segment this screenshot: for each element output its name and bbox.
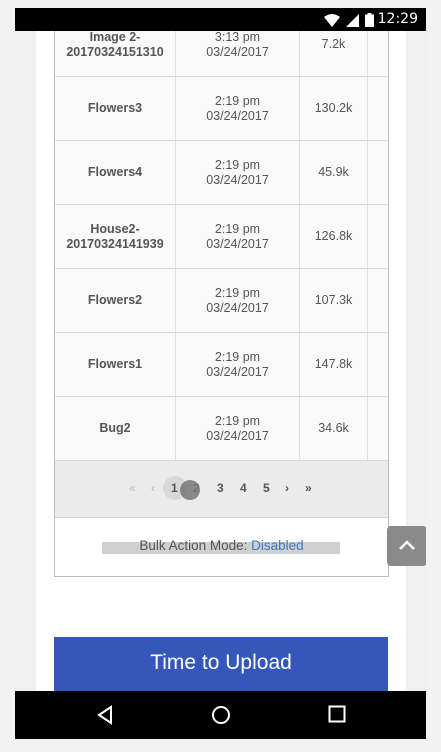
- file-name: Flowers4: [55, 141, 176, 204]
- extra-column: [368, 269, 388, 332]
- extra-column: [368, 397, 388, 460]
- table-row[interactable]: Image 2- 20170324151310 3:13 pm 03/24/2017…: [55, 31, 388, 77]
- bulk-action-section: Bulk Action Mode: Disabled: [55, 518, 388, 576]
- upload-date: 03/24/2017: [206, 172, 269, 187]
- file-name: Bug2: [55, 397, 176, 460]
- clock: 12:29: [377, 11, 418, 27]
- recents-icon[interactable]: [328, 705, 346, 723]
- page-link-5[interactable]: 5: [263, 481, 270, 495]
- extra-column: [368, 333, 388, 396]
- upload-datetime: 2:19 pm 03/24/2017: [176, 397, 300, 460]
- file-name: Flowers1: [55, 333, 176, 396]
- upload-time: 2:19 pm: [214, 221, 261, 236]
- file-size: 126.8k: [300, 205, 368, 268]
- signal-icon: [346, 13, 359, 27]
- upload-datetime: 2:19 pm 03/24/2017: [176, 77, 300, 140]
- extra-column: [368, 205, 388, 268]
- prev-page-link[interactable]: ‹: [151, 481, 155, 495]
- upload-time: 2:19 pm: [214, 93, 261, 108]
- upload-date: 03/24/2017: [206, 428, 269, 443]
- bulk-action-mode[interactable]: Bulk Action Mode: Disabled: [55, 538, 388, 553]
- table-row[interactable]: House2- 20170324141939 2:19 pm 03/24/2017 1…: [55, 205, 388, 269]
- status-bar: 12:29: [15, 8, 426, 31]
- upload-datetime: 2:19 pm 03/24/2017: [176, 269, 300, 332]
- home-icon[interactable]: [211, 705, 231, 725]
- upload-button[interactable]: Time to Upload: [54, 637, 388, 691]
- next-page-link[interactable]: ›: [285, 481, 289, 495]
- phone-screen: 12:29 Image 2- 20170324151310 3:13 pm 03/2…: [15, 8, 426, 739]
- upload-date: 03/24/2017: [206, 44, 269, 59]
- bulk-action-value[interactable]: Disabled: [251, 538, 304, 553]
- back-icon[interactable]: [96, 705, 114, 725]
- upload-datetime: 2:19 pm 03/24/2017: [176, 205, 300, 268]
- touch-indicator: [180, 480, 200, 500]
- scroll-to-top-button[interactable]: [387, 526, 426, 566]
- first-page-link[interactable]: «: [129, 481, 136, 495]
- upload-time: 2:19 pm: [214, 157, 261, 172]
- upload-date: 03/24/2017: [206, 300, 269, 315]
- upload-time: 2:19 pm: [214, 413, 261, 428]
- table-row[interactable]: Flowers4 2:19 pm 03/24/2017 45.9k: [55, 141, 388, 205]
- upload-date: 03/24/2017: [206, 108, 269, 123]
- upload-datetime: 2:19 pm 03/24/2017: [176, 333, 300, 396]
- wifi-icon: [324, 13, 340, 27]
- file-size: 107.3k: [300, 269, 368, 332]
- bulk-action-label: Bulk Action Mode:: [139, 538, 248, 553]
- page-link-1[interactable]: 1: [171, 481, 178, 495]
- chevron-up-icon: [399, 540, 415, 550]
- main-content[interactable]: Image 2- 20170324151310 3:13 pm 03/24/2017…: [15, 31, 426, 691]
- file-size: 45.9k: [300, 141, 368, 204]
- file-name: House2- 20170324141939: [55, 205, 176, 268]
- file-size: 7.2k: [300, 31, 368, 76]
- upload-time: 2:19 pm: [214, 285, 261, 300]
- table-row[interactable]: Bug2 2:19 pm 03/24/2017 34.6k: [55, 397, 388, 461]
- upload-datetime: 3:13 pm 03/24/2017: [176, 31, 300, 76]
- upload-date: 03/24/2017: [206, 236, 269, 251]
- file-size: 130.2k: [300, 77, 368, 140]
- navigation-bar: [15, 691, 426, 739]
- file-size: 34.6k: [300, 397, 368, 460]
- upload-date: 03/24/2017: [206, 364, 269, 379]
- battery-icon: [365, 13, 374, 27]
- table-row[interactable]: Flowers1 2:19 pm 03/24/2017 147.8k: [55, 333, 388, 397]
- extra-column: [368, 77, 388, 140]
- upload-time: 3:13 pm: [214, 31, 261, 44]
- page-link-3[interactable]: 3: [217, 481, 224, 495]
- page-card: Image 2- 20170324151310 3:13 pm 03/24/2017…: [36, 31, 406, 691]
- pagination: « ‹ 1 2 3 4 5 › »: [55, 461, 388, 518]
- page-link-4[interactable]: 4: [240, 481, 247, 495]
- media-table: Image 2- 20170324151310 3:13 pm 03/24/2017…: [54, 31, 389, 577]
- file-size: 147.8k: [300, 333, 368, 396]
- upload-time: 2:19 pm: [214, 349, 261, 364]
- extra-column: [368, 141, 388, 204]
- table-row[interactable]: Flowers2 2:19 pm 03/24/2017 107.3k: [55, 269, 388, 333]
- last-page-link[interactable]: »: [305, 481, 312, 495]
- table-row[interactable]: Flowers3 2:19 pm 03/24/2017 130.2k: [55, 77, 388, 141]
- file-name: Image 2- 20170324151310: [55, 31, 176, 76]
- file-name: Flowers2: [55, 269, 176, 332]
- file-name: Flowers3: [55, 77, 176, 140]
- upload-datetime: 2:19 pm 03/24/2017: [176, 141, 300, 204]
- extra-column: [368, 31, 388, 76]
